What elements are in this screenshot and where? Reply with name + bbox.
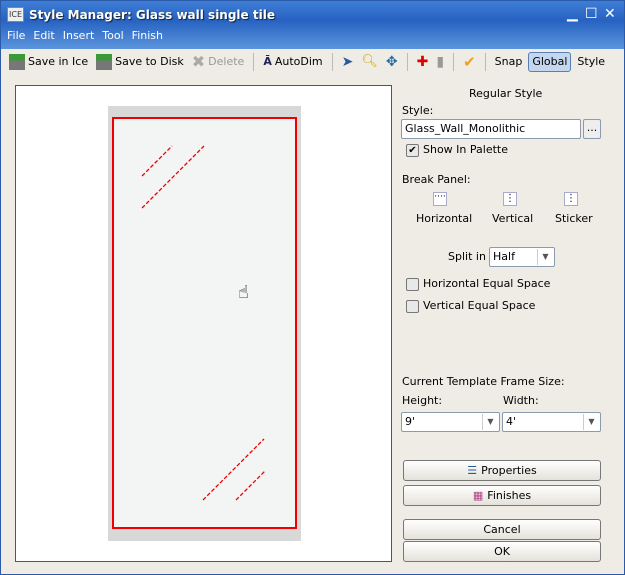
- break-panel-label: Break Panel:: [402, 173, 471, 186]
- split-in-label: Split in: [448, 250, 486, 263]
- frame-size-label: Current Template Frame Size:: [402, 375, 565, 388]
- separator: [331, 52, 333, 71]
- menu-bar: File Edit Insert Tool Finish: [7, 29, 163, 42]
- list-icon: ☰: [467, 464, 478, 477]
- save-icon: [96, 53, 113, 70]
- pointer-icon: ➤: [341, 53, 354, 70]
- hand-cursor-icon: ☝: [238, 282, 249, 303]
- horizontal-break-button[interactable]: Horizontal: [416, 212, 472, 225]
- browse-style-button[interactable]: ...: [583, 119, 601, 139]
- app-icon: ICE: [7, 7, 24, 22]
- save-to-disk-button[interactable]: Save to Disk: [94, 52, 186, 72]
- vertical-break-icon[interactable]: ⋮: [503, 192, 517, 206]
- horizontal-break-icon[interactable]: ····: [433, 192, 447, 206]
- close-button[interactable]: ✕: [604, 6, 616, 22]
- properties-button[interactable]: ☰ Properties: [403, 460, 601, 481]
- minimize-button[interactable]: ▁: [567, 6, 578, 22]
- separator: [253, 52, 255, 71]
- magnifier-icon: 🔍︎: [361, 54, 378, 69]
- add-panel-button[interactable]: ✚: [415, 52, 431, 72]
- horizontal-equal-space-label: Horizontal Equal Space: [423, 277, 551, 290]
- style-heading: Regular Style: [469, 87, 543, 100]
- autodim-icon: Ā: [263, 55, 272, 68]
- chevron-down-icon: ▼: [482, 414, 498, 430]
- show-in-palette-checkbox[interactable]: ✔: [406, 144, 419, 157]
- sticker-break-icon[interactable]: ⋮: [564, 192, 578, 206]
- chevron-down-icon: ▼: [583, 414, 599, 430]
- window-title: Style Manager: Glass wall single tile: [29, 8, 275, 22]
- chevron-down-icon: ▼: [537, 249, 553, 265]
- separator: [406, 52, 408, 71]
- split-value: Half: [493, 250, 515, 263]
- check-icon: ✔: [463, 52, 476, 71]
- reflection-line: [202, 438, 265, 501]
- width-label: Width:: [503, 394, 539, 407]
- menu-edit[interactable]: Edit: [33, 29, 54, 42]
- height-dropdown[interactable]: 9' ▼: [401, 412, 500, 432]
- show-in-palette-label: Show In Palette: [423, 143, 508, 156]
- panel-dimension-button[interactable]: ▮: [434, 52, 446, 72]
- pan-button[interactable]: ✥: [384, 52, 400, 72]
- vertical-equal-space-label: Vertical Equal Space: [423, 299, 536, 312]
- select-pointer-button[interactable]: ➤: [340, 52, 356, 72]
- menu-finish[interactable]: Finish: [132, 29, 163, 42]
- toolbar: Save in Ice Save to Disk ✖ Delete Ā AutoDi…: [3, 50, 622, 73]
- separator: [484, 52, 486, 71]
- finishes-grid-icon: ▦: [472, 489, 484, 502]
- height-value: 9': [405, 415, 416, 428]
- separator: [453, 52, 455, 71]
- menu-tool[interactable]: Tool: [102, 29, 123, 42]
- split-in-dropdown[interactable]: Half ▼: [489, 247, 555, 267]
- ok-button[interactable]: OK: [403, 541, 601, 562]
- style-name-field[interactable]: Glass_Wall_Monolithic: [401, 119, 581, 139]
- global-toggle[interactable]: Global: [528, 51, 572, 72]
- cancel-button[interactable]: Cancel: [403, 519, 601, 540]
- maximize-button[interactable]: ☐: [585, 6, 598, 22]
- delete-button[interactable]: ✖ Delete: [190, 52, 247, 72]
- width-value: 4': [506, 415, 517, 428]
- height-label: Height:: [402, 394, 443, 407]
- vertical-equal-space-checkbox[interactable]: [406, 300, 419, 313]
- save-icon: [9, 53, 25, 70]
- glass-reflection-lines: ☝: [141, 145, 266, 501]
- menu-file[interactable]: File: [7, 29, 25, 42]
- menu-insert[interactable]: Insert: [63, 29, 95, 42]
- reflection-line: [141, 145, 173, 177]
- drawing-canvas[interactable]: ☝: [15, 85, 392, 562]
- horizontal-equal-space-checkbox[interactable]: [406, 278, 419, 291]
- zoom-button[interactable]: 🔍︎: [359, 52, 380, 72]
- check-button[interactable]: ✔: [461, 52, 478, 72]
- style-manager-window: ICE Style Manager: Glass wall single til…: [0, 0, 625, 575]
- delete-icon: ✖: [191, 52, 206, 71]
- finishes-button[interactable]: ▦ Finishes: [403, 485, 601, 506]
- save-in-ice-button[interactable]: Save in Ice: [7, 52, 90, 72]
- width-dropdown[interactable]: 4' ▼: [502, 412, 601, 432]
- add-panel-icon: ✚: [416, 53, 429, 70]
- reflection-line: [141, 145, 205, 209]
- snap-button[interactable]: Snap: [493, 52, 525, 72]
- reflection-line: [235, 470, 266, 501]
- move-icon: ✥: [385, 53, 398, 70]
- style-label: Style:: [402, 104, 434, 117]
- autodim-button[interactable]: Ā AutoDim: [261, 52, 324, 72]
- style-toggle[interactable]: Style: [575, 52, 607, 72]
- vertical-break-button[interactable]: Vertical: [492, 212, 533, 225]
- sticker-break-button[interactable]: Sticker: [555, 212, 593, 225]
- title-bar: ICE Style Manager: Glass wall single til…: [1, 1, 624, 49]
- panel-icon: ▮: [436, 53, 445, 70]
